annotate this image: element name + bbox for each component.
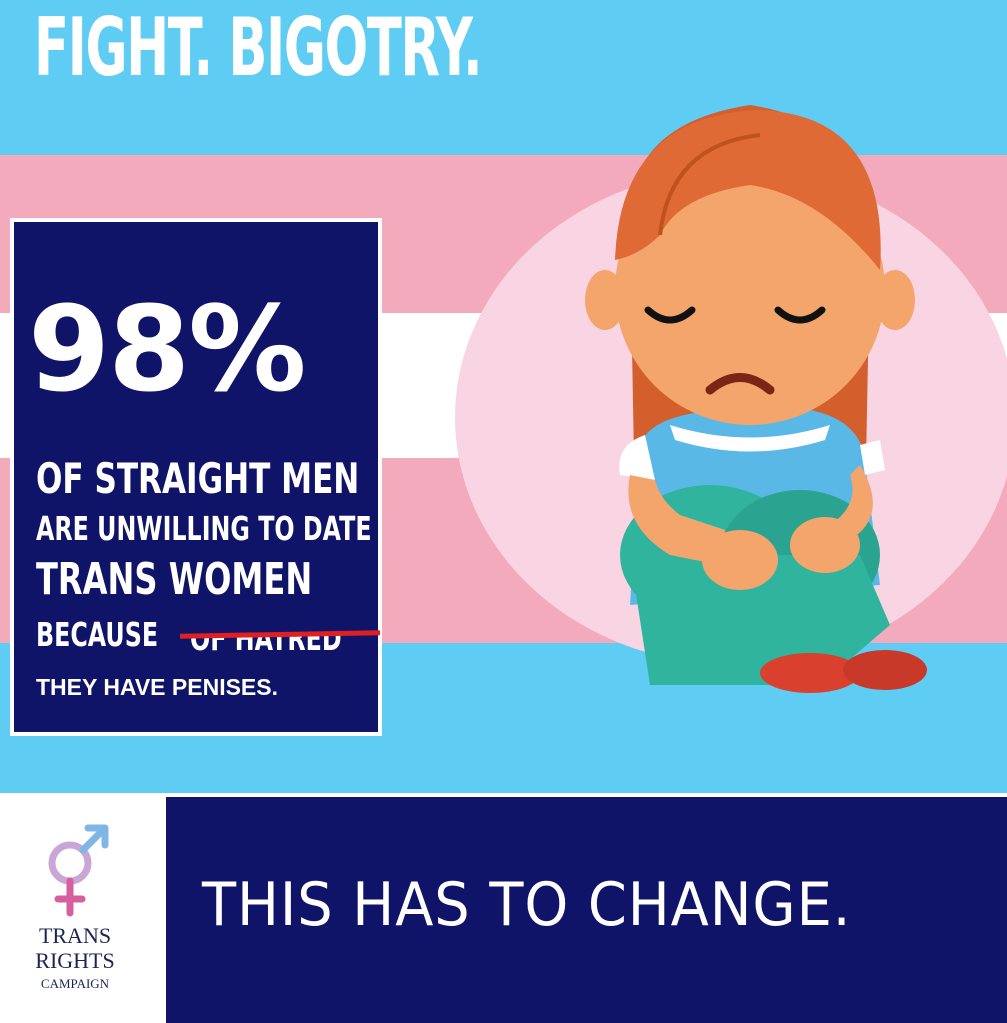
logo-line-trans: TRANS (38, 923, 112, 948)
struck-text: OF HATRED (190, 619, 342, 658)
stat-box: 98% OF STRAIGHT MEN ARE UNWILLING TO DAT… (10, 218, 382, 736)
stat-replacement-text: THEY HAVE PENISES. (36, 674, 278, 700)
trans-rights-campaign-logo: TRANS RIGHTS CAMPAIGN (0, 797, 166, 1023)
sad-girl-illustration (585, 105, 927, 693)
footer-slogan: THIS HAS TO CHANGE. (202, 870, 852, 940)
logo-line-campaign: CAMPAIGN (40, 976, 110, 991)
headline: FIGHT. BIGOTRY. (34, 1, 483, 94)
poster: FIGHT. BIGOTRY. 98% OF STRAIGHT MEN ARE … (0, 0, 1007, 1023)
stat-percent: 98% (28, 280, 306, 418)
stat-line-3: TRANS WOMEN (36, 554, 313, 605)
stat-line-1: OF STRAIGHT MEN (36, 454, 360, 503)
transgender-symbol-icon (48, 824, 109, 917)
stat-line-4: BECAUSE (36, 615, 159, 654)
footer-banner: THIS HAS TO CHANGE. (166, 797, 1007, 1023)
logo-line-rights: RIGHTS (35, 948, 115, 973)
stat-line-2: ARE UNWILLING TO DATE (36, 509, 372, 548)
